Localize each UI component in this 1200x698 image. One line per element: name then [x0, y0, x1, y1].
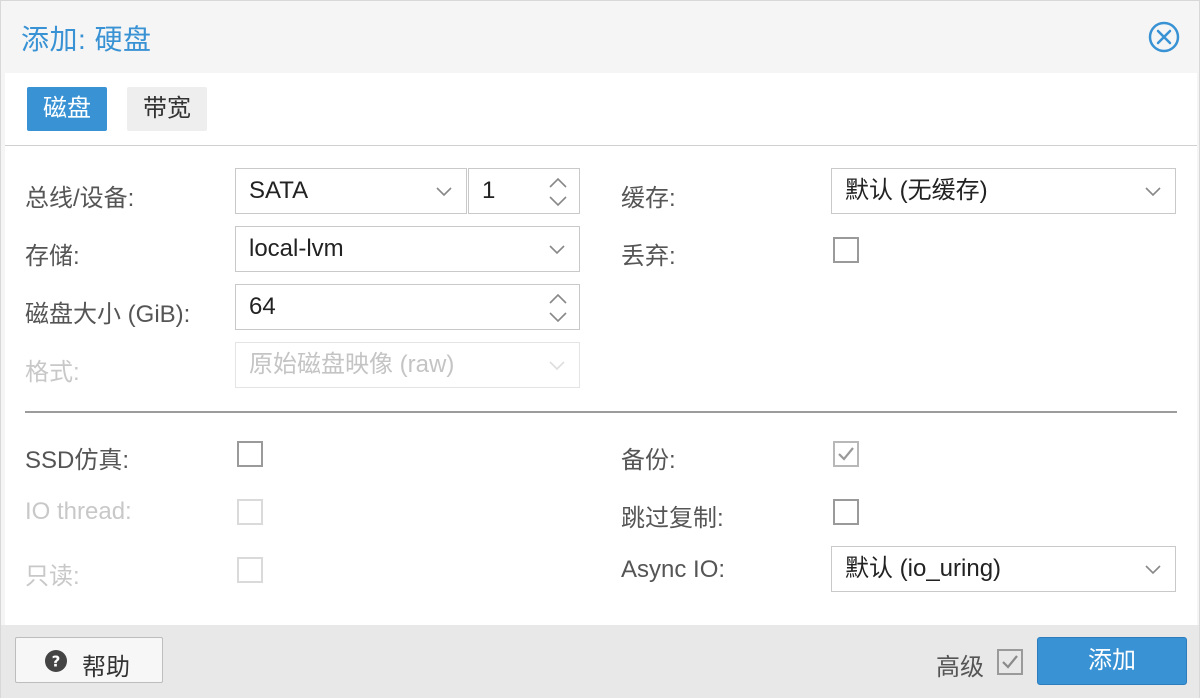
disk-size-label: 磁盘大小 (GiB): [25, 301, 191, 328]
read-only-checkbox [237, 557, 263, 583]
ssd-emulation-checkbox[interactable] [237, 441, 263, 467]
spinner-arrows-icon[interactable] [547, 175, 569, 209]
storage-select-value: local-lvm [249, 235, 344, 262]
discard-label: 丢弃: [621, 243, 676, 270]
backup-checkbox [833, 441, 859, 467]
backup-label: 备份: [621, 447, 676, 474]
svg-text:?: ? [52, 653, 61, 671]
async-io-label: Async IO: [621, 556, 726, 583]
chevron-down-icon [436, 187, 452, 197]
storage-label: 存储: [25, 243, 80, 270]
disk-size-stepper[interactable]: 64 [235, 284, 580, 330]
cache-select-value: 默认 (无缓存) [845, 177, 988, 204]
dialog-titlebar: 添加: 硬盘 [1, 1, 1199, 73]
device-number-stepper[interactable]: 1 [468, 168, 580, 214]
close-icon[interactable] [1148, 21, 1180, 53]
io-thread-checkbox [237, 499, 263, 525]
cache-label: 缓存: [621, 185, 676, 212]
skip-replication-checkbox[interactable] [833, 499, 859, 525]
device-number-value: 1 [482, 177, 496, 204]
bus-select-value: SATA [249, 177, 309, 204]
add-button[interactable]: 添加 [1037, 637, 1187, 685]
tab-disk[interactable]: 磁盘 [27, 87, 107, 131]
bus-device-label: 总线/设备: [25, 185, 135, 212]
format-select: 原始磁盘映像 (raw) [235, 342, 580, 388]
checkmark-icon [1002, 655, 1018, 669]
io-thread-label: IO thread: [25, 498, 132, 525]
dialog-body: 磁盘 带宽 总线/设备: SATA 1 存储: local-lvm 磁盘大小 (… [5, 73, 1197, 625]
bus-select[interactable]: SATA [235, 168, 467, 214]
help-button[interactable]: ? 帮助 [15, 637, 163, 683]
async-io-select[interactable]: 默认 (io_uring) [831, 546, 1176, 592]
question-circle-icon: ? [45, 650, 67, 672]
section-divider [25, 411, 1177, 413]
format-label: 格式: [25, 359, 80, 386]
dialog-footer: ? 帮助 高级 添加 [1, 625, 1199, 698]
dialog-title: 添加: 硬盘 [21, 24, 152, 55]
format-select-value: 原始磁盘映像 (raw) [249, 351, 455, 378]
cache-select[interactable]: 默认 (无缓存) [831, 168, 1176, 214]
add-hard-disk-dialog: 添加: 硬盘 磁盘 带宽 总线/设备: SATA 1 存储: local-lvm [0, 0, 1200, 698]
help-button-label: 帮助 [82, 654, 130, 681]
ssd-emulation-label: SSD仿真: [25, 447, 130, 474]
advanced-checkbox[interactable] [997, 649, 1023, 675]
disk-size-value: 64 [249, 293, 276, 320]
chevron-down-icon [549, 245, 565, 255]
chevron-down-icon [549, 361, 565, 371]
storage-select[interactable]: local-lvm [235, 226, 580, 272]
read-only-label: 只读: [25, 563, 80, 590]
chevron-down-icon [1145, 187, 1161, 197]
skip-replication-label: 跳过复制: [621, 505, 724, 532]
tab-bar: 磁盘 带宽 [5, 73, 1197, 146]
checkmark-icon [838, 447, 854, 461]
tab-bandwidth[interactable]: 带宽 [127, 87, 207, 131]
chevron-down-icon [1145, 565, 1161, 575]
async-io-select-value: 默认 (io_uring) [845, 555, 1002, 582]
discard-checkbox[interactable] [833, 237, 859, 263]
spinner-arrows-icon[interactable] [547, 291, 569, 325]
advanced-label: 高级 [936, 654, 984, 681]
